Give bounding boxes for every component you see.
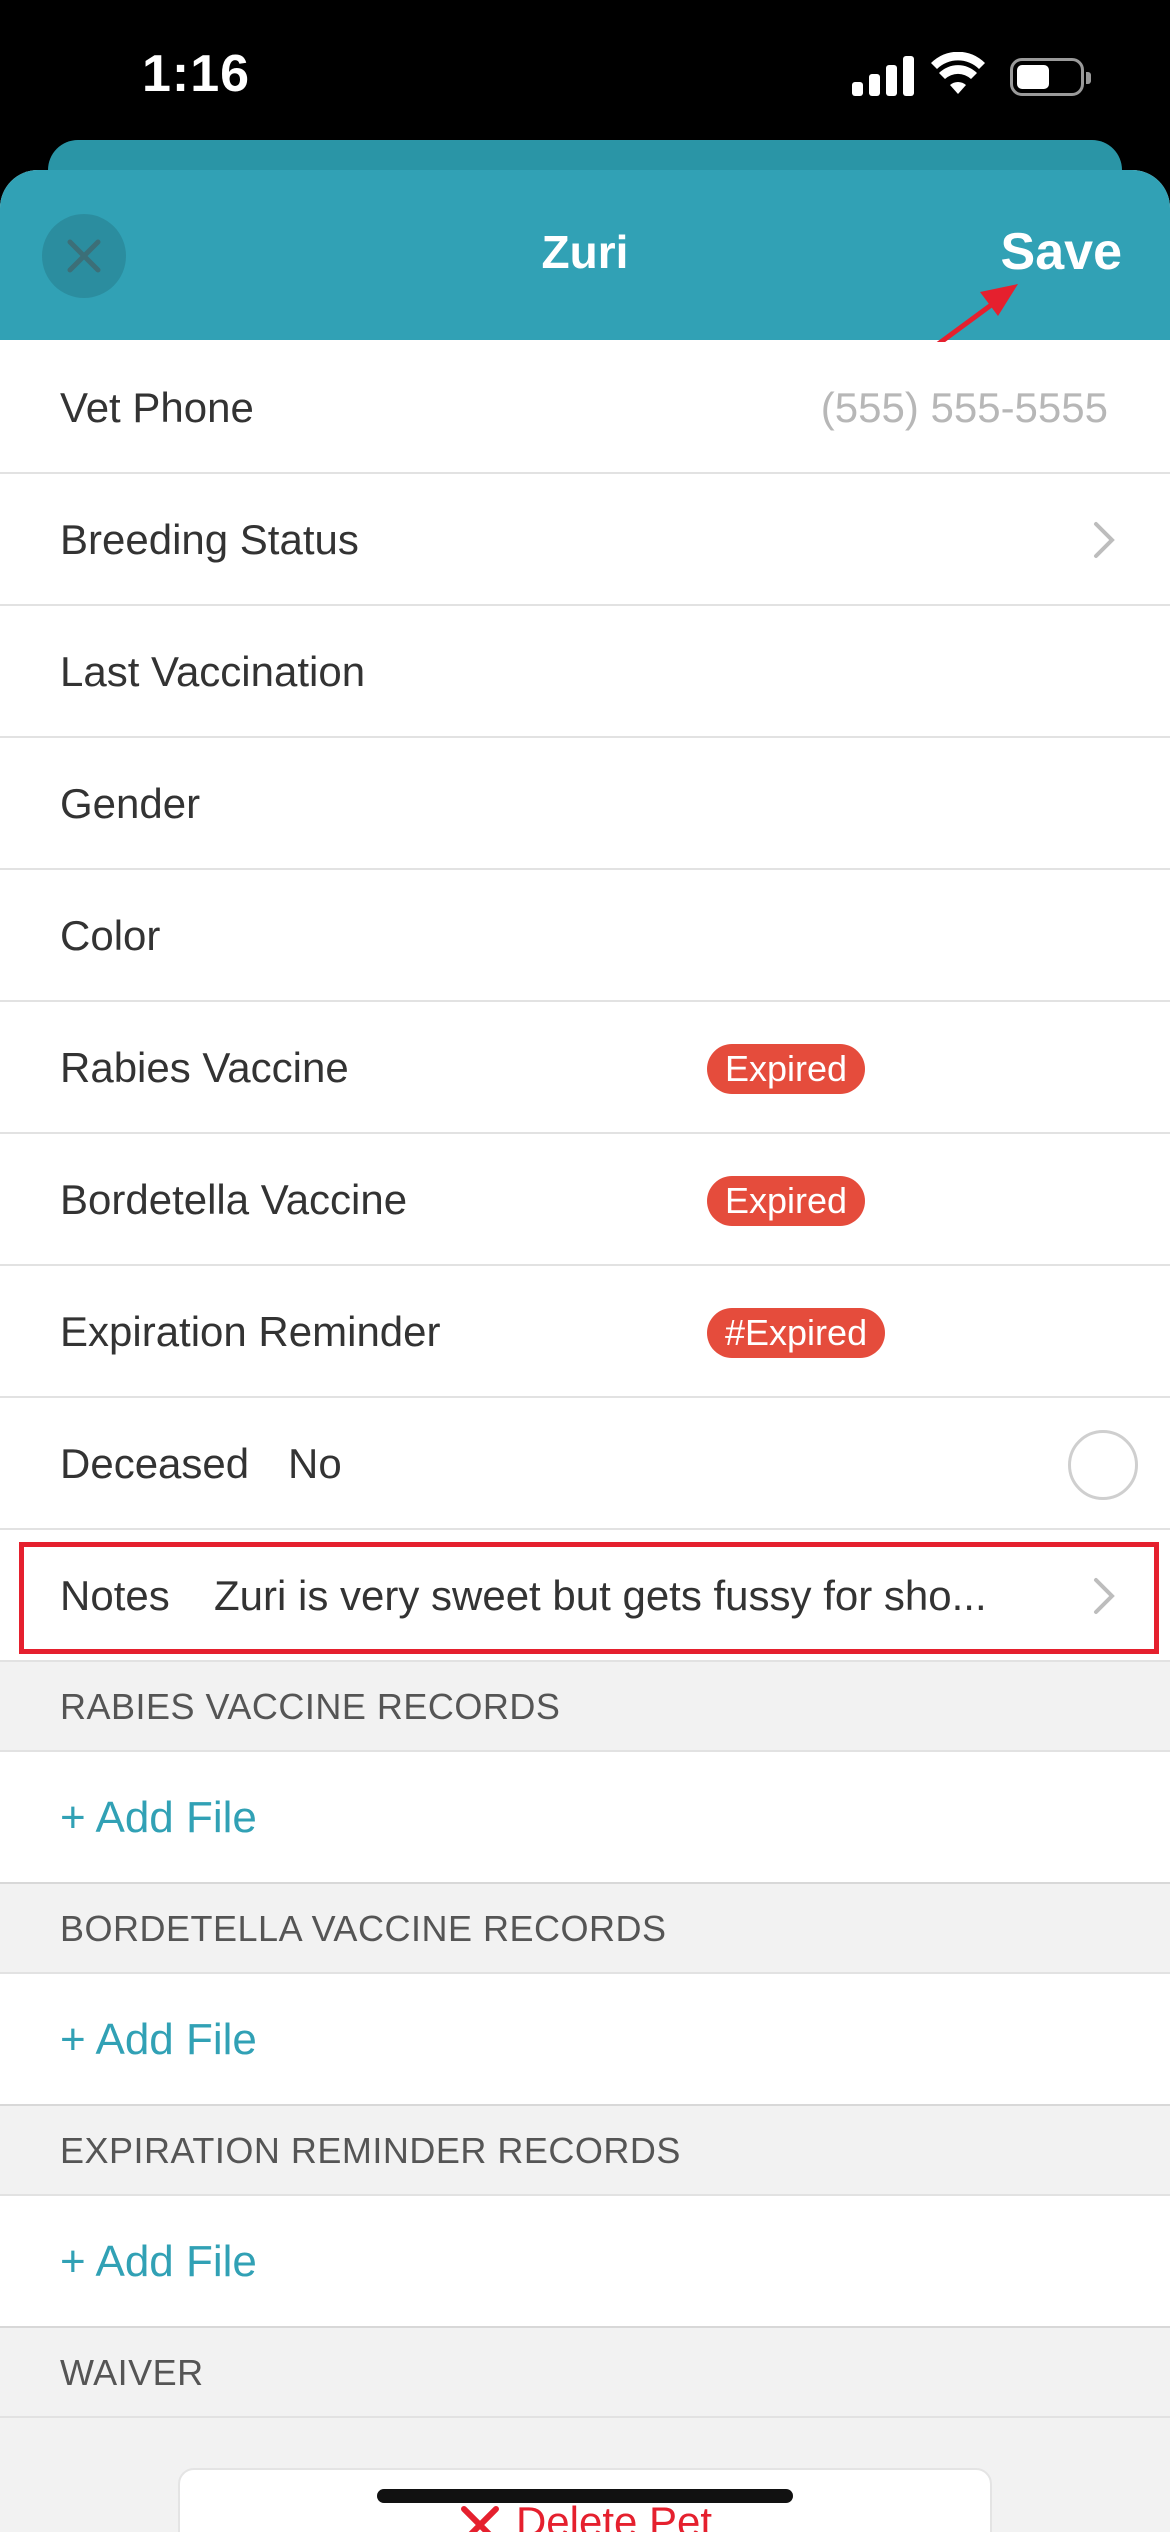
section-header-rabies-records: RABIES VACCINE RECORDS (0, 1662, 1170, 1752)
bordetella-vaccine-row[interactable]: Bordetella Vaccine Expired (0, 1134, 1170, 1266)
gender-row[interactable]: Gender (0, 738, 1170, 870)
vet-phone-input[interactable]: (555) 555-5555 (821, 342, 1108, 474)
add-file-expiration-button[interactable]: + Add File (0, 2196, 1170, 2328)
add-file-label: + Add File (60, 1793, 257, 1842)
section-title: RABIES VACCINE RECORDS (60, 1686, 561, 1727)
edit-pet-sheet: Zuri Save Vet Phone (555) 555-5555 Breed… (0, 170, 1170, 2532)
delete-pet-content: Delete Pet (180, 2498, 990, 2532)
notes-value: Zuri is very sweet but gets fussy for sh… (214, 1572, 987, 1619)
status-time: 1:16 (142, 45, 251, 103)
rabies-vaccine-label: Rabies Vaccine (60, 1044, 349, 1091)
status-bar: 1:16 (0, 0, 1170, 150)
gender-label: Gender (60, 780, 201, 827)
section-header-expiration-records: EXPIRATION REMINDER RECORDS (0, 2106, 1170, 2196)
vet-phone-label: Vet Phone (60, 384, 254, 431)
expiration-reminder-row[interactable]: Expiration Reminder #Expired (0, 1266, 1170, 1398)
pet-details-list: Vet Phone (555) 555-5555 Breeding Status… (0, 342, 1170, 2532)
section-header-waiver: WAIVER (0, 2328, 1170, 2418)
deceased-label: Deceased (60, 1440, 250, 1487)
deceased-row: Deceased No (0, 1398, 1170, 1530)
breeding-status-row[interactable]: Breeding Status (0, 474, 1170, 606)
add-file-label: + Add File (60, 2015, 257, 2064)
add-file-rabies-button[interactable]: + Add File (0, 1752, 1170, 1884)
notes-row[interactable]: Notes Zuri is very sweet but gets fussy … (0, 1530, 1170, 1662)
delete-x-icon (460, 2505, 499, 2532)
chevron-right-icon (1094, 1578, 1115, 1614)
color-row[interactable]: Color (0, 870, 1170, 1002)
rabies-vaccine-row[interactable]: Rabies Vaccine Expired (0, 1002, 1170, 1134)
notes-label: Notes (60, 1572, 170, 1619)
close-icon (67, 239, 101, 273)
vet-phone-row[interactable]: Vet Phone (555) 555-5555 (0, 342, 1170, 474)
waiver-area: Delete Pet (0, 2418, 1170, 2532)
section-title: BORDETELLA VACCINE RECORDS (60, 1908, 667, 1949)
delete-pet-label: Delete Pet (515, 2498, 713, 2532)
cellular-signal-icon (852, 56, 914, 96)
add-file-label: + Add File (60, 2237, 257, 2286)
section-header-bordetella-records: BORDETELLA VACCINE RECORDS (0, 1884, 1170, 1974)
section-title: WAIVER (60, 2352, 204, 2393)
color-label: Color (60, 912, 161, 959)
home-indicator[interactable] (377, 2489, 793, 2503)
battery-icon (1010, 58, 1091, 96)
expiration-reminder-label: Expiration Reminder (60, 1308, 441, 1355)
status-badge: Expired (707, 1044, 866, 1094)
status-badge: #Expired (707, 1308, 886, 1358)
deceased-value: No (288, 1440, 342, 1487)
last-vaccination-label: Last Vaccination (60, 648, 366, 695)
section-title: EXPIRATION REMINDER RECORDS (60, 2130, 681, 2171)
chevron-right-icon (1094, 522, 1115, 558)
status-badge: Expired (707, 1176, 866, 1226)
close-button[interactable] (42, 214, 126, 298)
breeding-status-label: Breeding Status (60, 516, 359, 563)
last-vaccination-row[interactable]: Last Vaccination (0, 606, 1170, 738)
add-file-bordetella-button[interactable]: + Add File (0, 1974, 1170, 2106)
wifi-icon (931, 52, 985, 94)
bordetella-vaccine-label: Bordetella Vaccine (60, 1176, 408, 1223)
deceased-toggle[interactable] (1068, 1430, 1138, 1500)
